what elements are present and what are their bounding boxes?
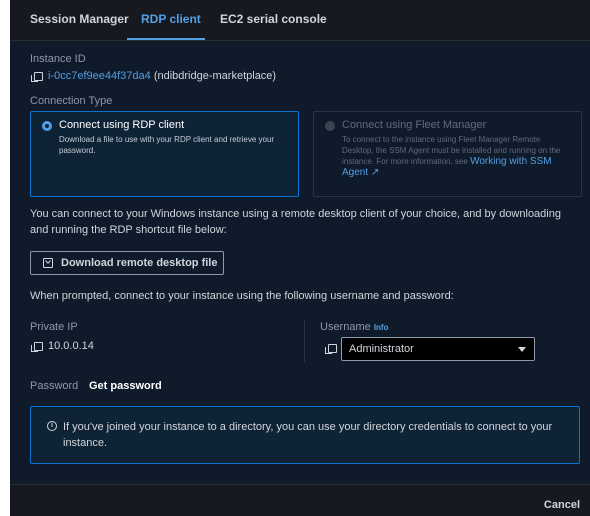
copy-icon[interactable] [31,341,43,352]
password-label: Password [30,380,79,392]
tab-rdp-client[interactable]: RDP client [127,0,205,40]
download-icon [43,258,53,268]
instance-id-value: i-0cc7ef9ee44f37da4 (ndibdridge-marketpl… [31,70,277,82]
option-fleet-description: To connect to the instance using Fleet M… [342,135,561,178]
footer: Cancel [10,484,590,516]
caret-down-icon [518,347,526,352]
option-rdp-title: Connect using RDP client [59,119,185,131]
radio-rdp-client[interactable] [42,121,52,131]
username-label: Username Info [320,321,389,333]
tab-session-manager[interactable]: Session Manager [30,0,129,40]
option-fleet-manager: Connect using Fleet Manager To connect t… [313,111,582,197]
instance-id-label: Instance ID [30,53,86,65]
copy-icon[interactable] [325,344,337,354]
directory-info-alert: i If you've joined your instance to a di… [30,406,580,464]
radio-fleet-manager [325,121,335,131]
username-info-link[interactable]: Info [374,323,389,332]
cancel-button[interactable]: Cancel [544,499,580,511]
info-icon: i [47,421,57,431]
option-fleet-title: Connect using Fleet Manager [342,119,487,131]
option-rdp-client[interactable]: Connect using RDP client Download a file… [30,111,299,197]
connection-type-label: Connection Type [30,95,113,107]
intro-text: You can connect to your Windows instance… [30,208,561,236]
username-select[interactable]: Administrator [341,337,535,361]
private-ip-label: Private IP [30,321,78,333]
field-divider [304,320,305,362]
rdp-connect-panel: Session Manager RDP client EC2 serial co… [10,0,590,516]
instance-id-link[interactable]: i-0cc7ef9ee44f37da4 [48,70,151,82]
info-message: If you've joined your instance to a dire… [63,421,553,449]
connect-tabs: Session Manager RDP client EC2 serial co… [10,0,590,41]
copy-icon[interactable] [31,71,43,82]
private-ip-value: 10.0.0.14 [31,340,94,352]
instance-name: (ndibdridge-marketplace) [153,70,277,82]
get-password-link[interactable]: Get password [89,380,162,392]
option-rdp-description: Download a file to use with your RDP cli… [59,135,275,155]
external-link-icon: ↗ [370,167,380,178]
download-remote-desktop-file-button[interactable]: Download remote desktop file [30,251,224,275]
tab-ec2-serial-console[interactable]: EC2 serial console [220,0,327,40]
prompt-text: When prompted, connect to your instance … [30,290,454,302]
